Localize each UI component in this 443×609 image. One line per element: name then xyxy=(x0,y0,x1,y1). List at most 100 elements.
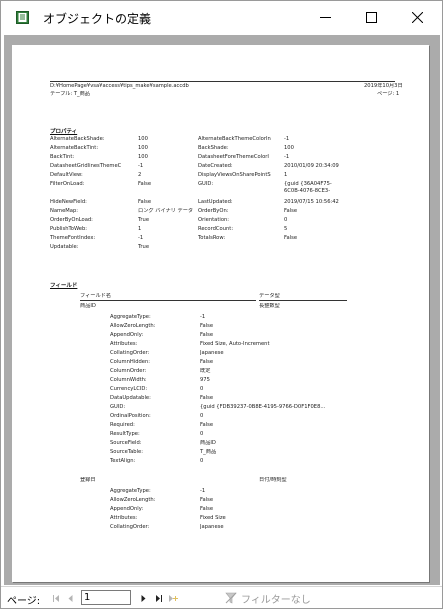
db-path: D:¥HomePage¥vsa¥access¥tips_make¥sample.… xyxy=(50,83,189,89)
prop-value: Japanese xyxy=(200,524,224,530)
prop-value: -1 xyxy=(284,154,290,160)
report-icon xyxy=(16,11,29,24)
prop-name: DisplayViewsOnSharePointS xyxy=(198,172,271,178)
col-type-rule xyxy=(259,300,347,301)
prop-value: 5 xyxy=(284,226,288,232)
report-page: D:¥HomePage¥vsa¥access¥tips_make¥sample.… xyxy=(12,45,429,582)
prop-name: Required: xyxy=(110,422,135,428)
prop-name: CurrencyLCID: xyxy=(110,386,148,392)
first-page-button[interactable] xyxy=(51,593,61,603)
prop-value: 975 xyxy=(200,377,210,383)
prop-name: GUID: xyxy=(198,181,214,187)
page-label: ページ: xyxy=(7,596,41,607)
prop-name: CollatingOrder: xyxy=(110,350,150,356)
new-record-icon xyxy=(169,594,178,602)
prop-value: False xyxy=(138,181,152,187)
first-page-icon xyxy=(52,594,59,602)
prop-value: 1 xyxy=(138,226,142,232)
table-label: テーブル: T_商品 xyxy=(50,91,90,97)
col-field-rule xyxy=(80,300,256,301)
prop-value: 0 xyxy=(200,386,204,392)
prop-name: Updatable: xyxy=(50,244,79,250)
previous-page-button[interactable] xyxy=(65,593,75,603)
prop-value: False xyxy=(200,506,214,512)
prop-value: False xyxy=(138,199,152,205)
prop-name: BackShade: xyxy=(198,145,229,151)
prop-value: Fixed Size, Auto-Increment xyxy=(200,341,270,347)
field-type: 長整数型 xyxy=(259,303,280,309)
prop-name: AlternateBackTint: xyxy=(50,145,99,151)
maximize-button[interactable] xyxy=(348,1,394,34)
prop-name: AllowZeroLength: xyxy=(110,323,156,329)
minimize-button[interactable] xyxy=(302,1,348,34)
prop-name: DatasheetForeThemeColorI xyxy=(198,154,269,160)
previous-page-icon xyxy=(68,594,72,602)
prop-name: BackTint: xyxy=(50,154,75,160)
prop-name: Orientation: xyxy=(198,217,230,223)
prop-value: 100 xyxy=(138,154,148,160)
prop-name: DatasheetGridlinesThemeC xyxy=(50,163,122,169)
props-heading: プロパティ xyxy=(50,129,78,135)
prop-name: TotalsRow: xyxy=(198,235,226,241)
prop-name: OrderByOnLoad: xyxy=(50,217,93,223)
prop-name: CollatingOrder: xyxy=(110,524,150,530)
prop-name: AggregateType: xyxy=(110,314,151,320)
record-navigation-bar: ページ: フィルターなし xyxy=(1,586,442,608)
last-page-button[interactable] xyxy=(153,593,163,603)
prop-value: False xyxy=(200,323,214,329)
prop-name: OrdinalPosition: xyxy=(110,413,151,419)
prop-name: AlternateBackShade: xyxy=(50,136,105,142)
prop-name: ColumnOrder: xyxy=(110,368,147,374)
prop-name: AppendOnly: xyxy=(110,332,144,338)
report-date: 2019年10月3日 xyxy=(364,83,403,89)
prop-value: True xyxy=(138,244,150,250)
prop-name: PublishToWeb: xyxy=(50,226,88,232)
prop-value: True xyxy=(138,217,150,223)
prop-name: DateCreated: xyxy=(198,163,233,169)
field-name: 商品ID xyxy=(80,303,96,309)
prop-name: NameMap: xyxy=(50,208,78,214)
prop-value: 2019/07/15 10:56:42 xyxy=(284,199,339,205)
page-number-input[interactable] xyxy=(81,590,131,605)
report-window: オブジェクトの定義 D:¥HomePage¥vsa¥access¥tips_ma… xyxy=(0,0,443,609)
prop-value: -1 xyxy=(138,235,144,241)
prop-name: SourceTable: xyxy=(110,449,143,455)
preview-area[interactable]: D:¥HomePage¥vsa¥access¥tips_make¥sample.… xyxy=(4,35,440,585)
prop-name: Attributes: xyxy=(110,515,138,521)
prop-name: SourceField: xyxy=(110,440,142,446)
prop-value: False xyxy=(200,422,214,428)
prop-value: Japanese xyxy=(200,350,224,356)
prop-value: False xyxy=(200,497,214,503)
prop-value: False xyxy=(200,332,214,338)
prop-value: False xyxy=(200,359,214,365)
prop-value: False xyxy=(200,395,214,401)
prop-value: 商品ID xyxy=(200,440,216,446)
prop-value: -1 xyxy=(284,136,290,142)
prop-value: 既定 xyxy=(200,368,211,374)
field-name: 登録日 xyxy=(80,477,96,483)
prop-value: Fixed Size xyxy=(200,515,226,521)
window-title: オブジェクトの定義 xyxy=(43,12,152,26)
prop-value: ロング バイナリ データ xyxy=(138,208,193,214)
new-page-button[interactable] xyxy=(168,593,178,603)
prop-name: DefaultView: xyxy=(50,172,83,178)
prop-name: HideNewField: xyxy=(50,199,87,205)
filter-indicator[interactable]: フィルターなし xyxy=(225,591,345,606)
prop-name: TextAlign: xyxy=(110,458,136,464)
close-button[interactable] xyxy=(394,1,440,34)
page-number: ページ: 1 xyxy=(377,91,400,97)
next-page-button[interactable] xyxy=(138,593,148,603)
prop-name: ColumnHidden: xyxy=(110,359,151,365)
prop-name: ColumnWidth: xyxy=(110,377,147,383)
minimize-icon xyxy=(319,17,331,18)
next-page-icon xyxy=(141,594,145,602)
filter-label: フィルターなし xyxy=(241,595,311,606)
prop-name: AggregateType: xyxy=(110,488,151,494)
prop-value: 100 xyxy=(138,136,148,142)
title-bar: オブジェクトの定義 xyxy=(1,1,442,34)
prop-value: -1 xyxy=(138,163,144,169)
filter-off-icon xyxy=(225,592,237,604)
col-field-name: フィールド名 xyxy=(80,293,112,299)
prop-name: GUID: xyxy=(110,404,126,410)
prop-value: 2010/01/09 20:34:09 xyxy=(284,163,339,169)
